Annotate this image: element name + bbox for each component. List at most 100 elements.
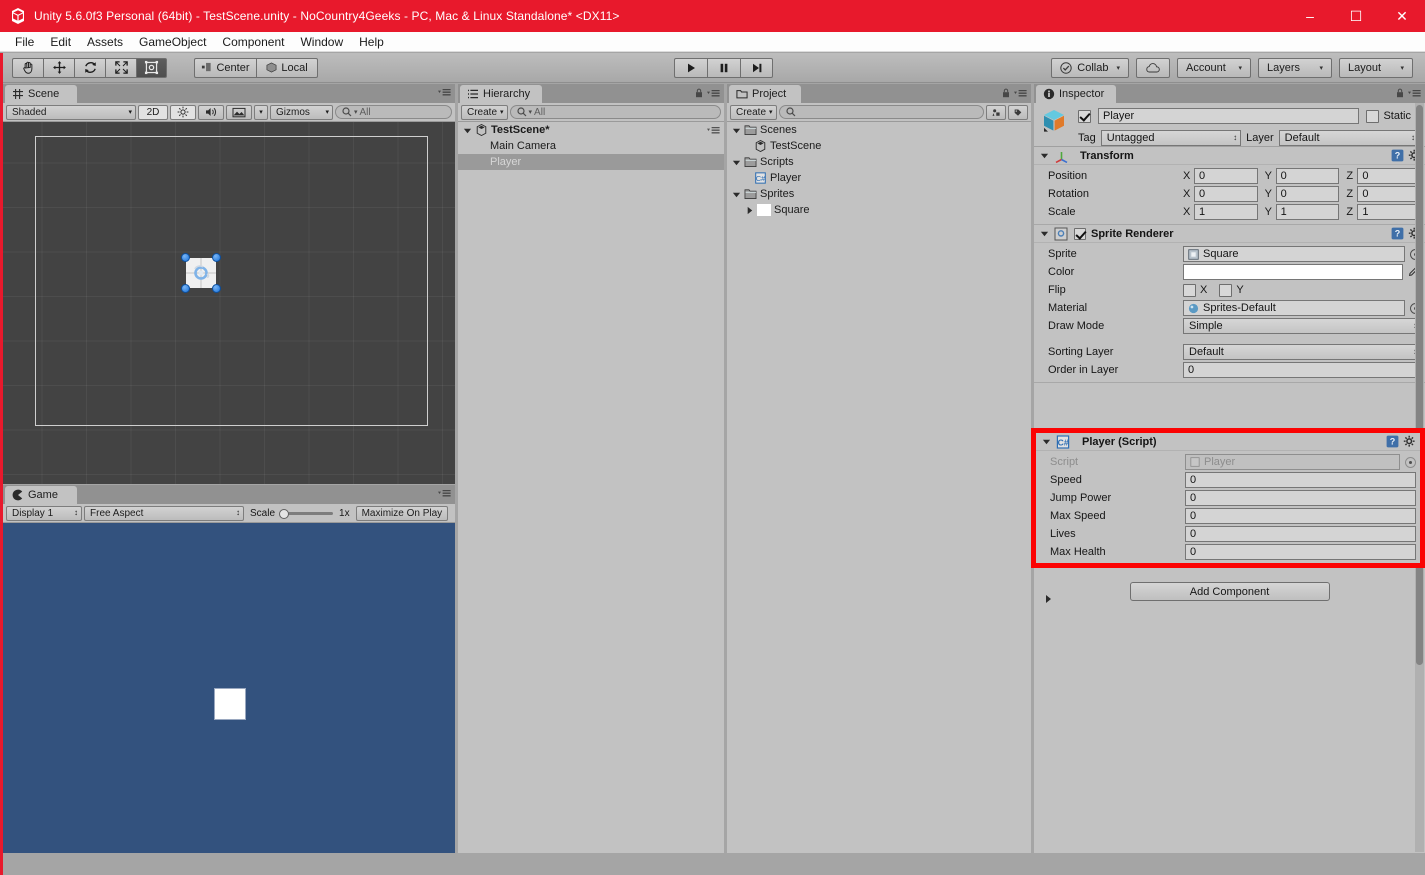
tab-game[interactable]: Game bbox=[5, 486, 77, 504]
project-search-input[interactable] bbox=[778, 105, 984, 119]
sprite-renderer-enabled-checkbox[interactable] bbox=[1074, 227, 1086, 240]
hierarchy-create-button[interactable]: Create ▾ bbox=[461, 104, 508, 120]
layout-button[interactable]: Layout ▾ bbox=[1339, 58, 1413, 78]
tab-scene[interactable]: Scene bbox=[5, 85, 77, 103]
order-in-layer-input[interactable]: 0 bbox=[1183, 362, 1421, 378]
rotation-x-input[interactable]: 0 bbox=[1194, 186, 1258, 202]
draw-mode-dropdown[interactable]: Simple ↕ bbox=[1183, 318, 1421, 334]
menu-edit[interactable]: Edit bbox=[42, 32, 79, 52]
transform-header[interactable]: Transform ? bbox=[1034, 147, 1425, 165]
maximize-button[interactable]: ☐ bbox=[1333, 0, 1379, 32]
material-expand-toggle[interactable] bbox=[1043, 594, 1053, 604]
project-tab-menu[interactable] bbox=[1002, 88, 1027, 98]
project-filter-type-button[interactable] bbox=[986, 104, 1006, 120]
panel-menu-icon[interactable] bbox=[707, 126, 720, 135]
gameobject-enabled-checkbox[interactable] bbox=[1078, 109, 1091, 123]
move-tool-button[interactable] bbox=[43, 57, 74, 78]
panel-menu-icon[interactable] bbox=[707, 89, 720, 98]
scale-z-input[interactable]: 1 bbox=[1357, 204, 1422, 220]
hand-tool-button[interactable] bbox=[12, 57, 43, 78]
scale-vector[interactable]: X 1 Y 1 Z 1 bbox=[1183, 204, 1422, 220]
gear-icon[interactable] bbox=[1403, 435, 1416, 448]
gizmo-handle-top-left[interactable] bbox=[181, 253, 190, 262]
gizmo-handle-bottom-right[interactable] bbox=[212, 284, 221, 293]
menu-gameobject[interactable]: GameObject bbox=[131, 32, 214, 52]
selected-sprite-gizmo[interactable] bbox=[181, 253, 221, 293]
layer-dropdown[interactable]: Default ↕ bbox=[1278, 129, 1419, 146]
pause-button[interactable] bbox=[707, 58, 740, 78]
shading-mode-dropdown[interactable]: Shaded ▾ bbox=[6, 104, 136, 120]
chevron-down-icon[interactable] bbox=[732, 190, 741, 199]
hierarchy-tab-menu[interactable] bbox=[695, 88, 720, 98]
lock-icon[interactable] bbox=[695, 88, 703, 98]
scale-slider-thumb[interactable] bbox=[279, 509, 290, 519]
max-health-input[interactable]: 0 bbox=[1185, 544, 1416, 560]
project-row-sprites-folder[interactable]: Sprites bbox=[727, 186, 1031, 202]
project-row-square-sprite[interactable]: Square bbox=[727, 202, 1031, 218]
tab-project[interactable]: Project bbox=[729, 85, 801, 103]
position-z-input[interactable]: 0 bbox=[1357, 168, 1422, 184]
lives-input[interactable]: 0 bbox=[1185, 526, 1416, 542]
material-object-field[interactable]: Sprites-Default bbox=[1183, 300, 1405, 316]
pivot-mode-button[interactable]: Center bbox=[194, 57, 256, 78]
scale-slider[interactable]: Scale 1x bbox=[246, 508, 354, 519]
player-script-header[interactable]: C# Player (Script) ? bbox=[1036, 433, 1420, 451]
maximize-on-play-button[interactable]: Maximize On Play bbox=[355, 505, 449, 521]
hierarchy-tree[interactable]: TestScene* Main Camera Player bbox=[458, 122, 724, 853]
project-row-player-script[interactable]: C# Player bbox=[727, 170, 1031, 186]
scale-slider-track[interactable] bbox=[279, 508, 335, 519]
chevron-down-icon[interactable] bbox=[1040, 151, 1049, 160]
scene-tab-menu[interactable] bbox=[438, 88, 451, 97]
hierarchy-search-input[interactable]: ▾ All bbox=[509, 105, 721, 119]
collab-button[interactable]: Collab ▾ bbox=[1051, 58, 1129, 78]
effects-toggle-button[interactable] bbox=[226, 104, 252, 120]
chevron-down-icon[interactable] bbox=[463, 126, 472, 135]
layers-button[interactable]: Layers ▾ bbox=[1258, 58, 1332, 78]
chevron-down-icon[interactable] bbox=[1042, 437, 1051, 446]
display-dropdown[interactable]: Display 1 ↕ bbox=[6, 505, 82, 521]
chevron-down-icon[interactable] bbox=[732, 158, 741, 167]
project-row-scripts-folder[interactable]: Scripts bbox=[727, 154, 1031, 170]
color-swatch-field[interactable] bbox=[1183, 264, 1403, 280]
lock-icon[interactable] bbox=[1396, 88, 1404, 98]
space-mode-button[interactable]: Local bbox=[256, 57, 318, 78]
inspector-tab-menu[interactable] bbox=[1396, 88, 1421, 98]
gizmos-dropdown[interactable]: Gizmos ▾ bbox=[270, 104, 333, 120]
flip-y-checkbox[interactable] bbox=[1219, 283, 1233, 297]
menu-window[interactable]: Window bbox=[292, 32, 351, 52]
rect-tool-button[interactable] bbox=[136, 57, 167, 78]
project-tree[interactable]: Scenes TestScene Scripts C# Player Sprit… bbox=[727, 122, 1031, 853]
sorting-layer-dropdown[interactable]: Default ↕ bbox=[1183, 344, 1421, 360]
aspect-dropdown[interactable]: Free Aspect ↕ bbox=[84, 505, 244, 521]
hierarchy-scene-menu[interactable] bbox=[707, 126, 720, 135]
add-component-button[interactable]: Add Component bbox=[1129, 582, 1330, 601]
project-filter-label-button[interactable] bbox=[1008, 104, 1028, 120]
position-y-input[interactable]: 0 bbox=[1275, 168, 1340, 184]
help-icon[interactable]: ? bbox=[1391, 227, 1404, 240]
scene-viewport[interactable] bbox=[3, 122, 455, 484]
scale-x-input[interactable]: 1 bbox=[1194, 204, 1258, 220]
play-button[interactable] bbox=[674, 58, 707, 78]
cloud-button[interactable] bbox=[1136, 58, 1170, 78]
speed-input[interactable]: 0 bbox=[1185, 472, 1416, 488]
menu-help[interactable]: Help bbox=[351, 32, 392, 52]
sprite-object-field[interactable]: Square bbox=[1183, 246, 1405, 262]
inspector-scrollbar-thumb[interactable] bbox=[1416, 105, 1423, 665]
menu-component[interactable]: Component bbox=[214, 32, 292, 52]
hierarchy-row-player[interactable]: Player bbox=[458, 154, 724, 170]
scene-view[interactable] bbox=[3, 122, 455, 484]
lighting-toggle-button[interactable] bbox=[170, 104, 196, 120]
gizmo-handle-bottom-left[interactable] bbox=[181, 284, 190, 293]
max-speed-input[interactable]: 0 bbox=[1185, 508, 1416, 524]
gizmo-handle-top-right[interactable] bbox=[212, 253, 221, 262]
rotation-vector[interactable]: X 0 Y 0 Z 0 bbox=[1183, 186, 1422, 202]
static-toggle-group[interactable]: Static ▾ bbox=[1366, 109, 1419, 123]
menu-assets[interactable]: Assets bbox=[79, 32, 131, 52]
rotate-tool-button[interactable] bbox=[74, 57, 105, 78]
rotation-y-input[interactable]: 0 bbox=[1275, 186, 1340, 202]
step-button[interactable] bbox=[740, 58, 773, 78]
close-button[interactable]: ✕ bbox=[1379, 0, 1425, 32]
jump-power-input[interactable]: 0 bbox=[1185, 490, 1416, 506]
effects-dropdown-button[interactable]: ▾ bbox=[254, 104, 268, 120]
toggle-2d-button[interactable]: 2D bbox=[138, 104, 168, 120]
